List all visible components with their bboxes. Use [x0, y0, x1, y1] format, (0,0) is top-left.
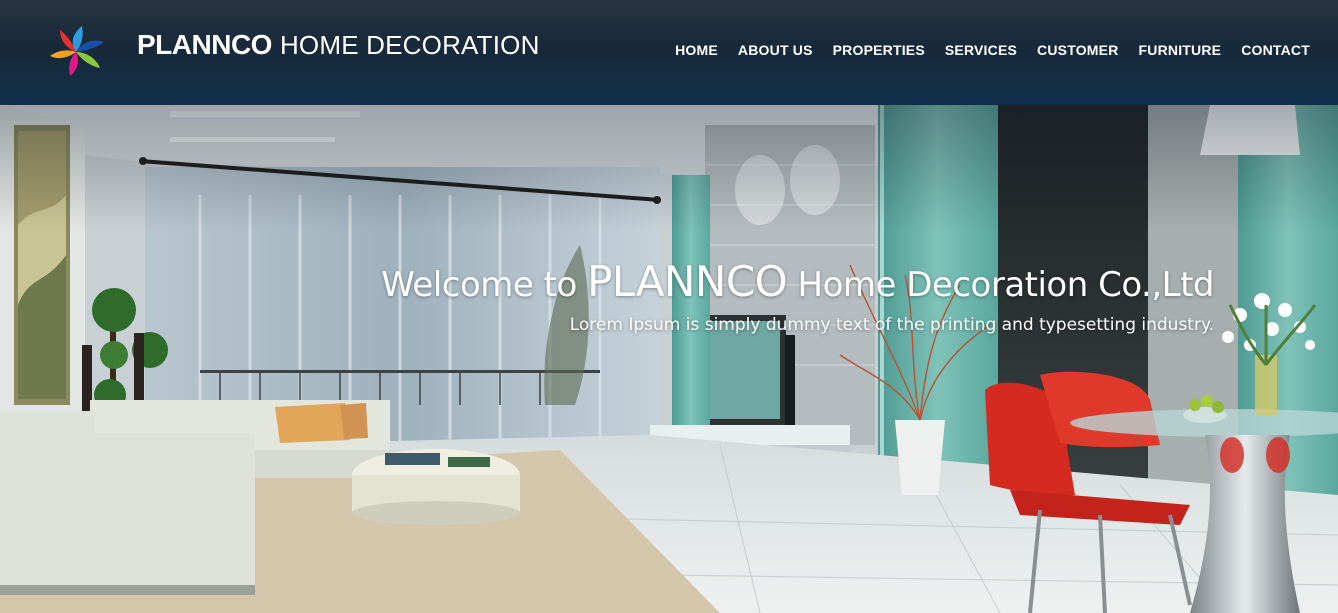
brand-bold: PLANNCO: [137, 29, 272, 60]
hero-banner: Welcome to PLANNCO Home Decoration Co.,L…: [0, 105, 1338, 613]
pinwheel-logo-icon[interactable]: [48, 22, 116, 78]
hero-title-prefix: Welcome to: [381, 265, 588, 305]
nav-item-contact[interactable]: CONTACT: [1241, 42, 1310, 58]
nav-item-properties[interactable]: PROPERTIES: [833, 42, 925, 58]
hero-title-brand: PLANNCO: [587, 257, 788, 306]
nav-item-services[interactable]: SERVICES: [945, 42, 1017, 58]
page: PLANNCO HOME DECORATION HOME ABOUT US PR…: [0, 0, 1338, 613]
nav-item-customer[interactable]: CUSTOMER: [1037, 42, 1118, 58]
brand-name[interactable]: PLANNCO HOME DECORATION: [137, 29, 540, 61]
living-room-hero-image: [0, 105, 1338, 613]
hero-title-suffix: Home Decoration Co.,Ltd: [787, 265, 1215, 305]
site-header: PLANNCO HOME DECORATION HOME ABOUT US PR…: [0, 0, 1338, 105]
nav-item-furniture[interactable]: FURNITURE: [1139, 42, 1222, 58]
hero-subtitle: Lorem Ipsum is simply dummy text of the …: [569, 315, 1214, 336]
nav-item-home[interactable]: HOME: [675, 42, 718, 58]
hero-text-block: Welcome to PLANNCO Home Decoration Co.,L…: [381, 257, 1214, 335]
main-nav: HOME ABOUT US PROPERTIES SERVICES CUSTOM…: [675, 42, 1310, 58]
hero-title: Welcome to PLANNCO Home Decoration Co.,L…: [381, 257, 1214, 307]
nav-item-about-us[interactable]: ABOUT US: [738, 42, 813, 58]
brand-light: HOME DECORATION: [279, 30, 540, 60]
